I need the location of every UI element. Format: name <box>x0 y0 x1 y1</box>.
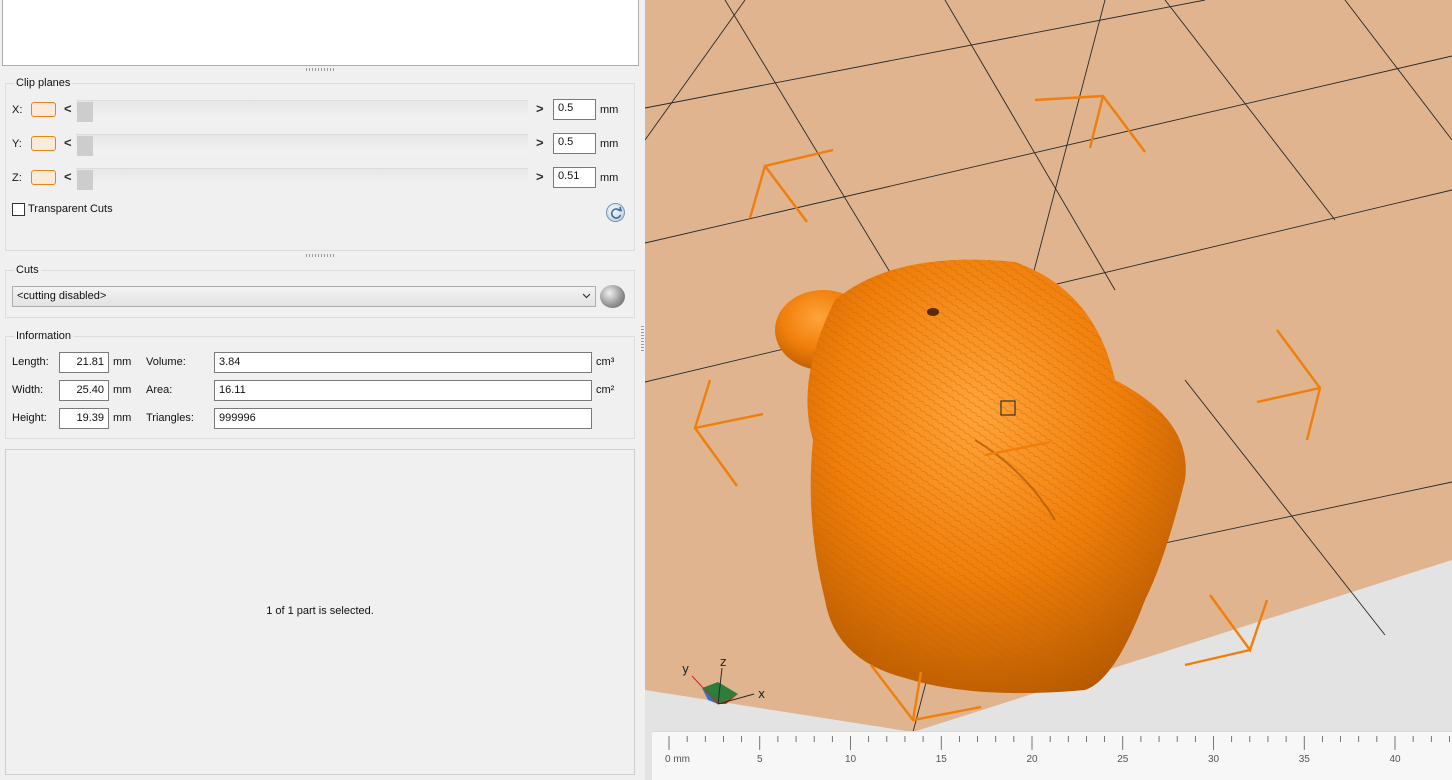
triangles-field[interactable]: 999996 <box>214 408 592 429</box>
clip-y-increase-button[interactable]: > <box>536 135 544 150</box>
clip-y-toggle[interactable] <box>31 136 56 151</box>
volume-unit: cm³ <box>596 356 615 368</box>
width-label: Width: <box>12 384 44 396</box>
selection-status-box: 1 of 1 part is selected. <box>5 449 635 775</box>
axis-y-label: y <box>682 662 689 676</box>
splitter-grip-middle[interactable] <box>306 254 334 257</box>
volume-label: Volume: <box>146 356 186 368</box>
axis-z-label: z <box>720 656 726 669</box>
area-label: Area: <box>146 384 173 396</box>
clip-x-label: X: <box>12 104 23 116</box>
clip-x-toggle[interactable] <box>31 102 56 117</box>
ruler-label: 10 <box>845 754 857 765</box>
cuts-title: Cuts <box>14 264 41 276</box>
clip-row-x: X: < > 0.5 mm <box>0 98 640 122</box>
width-field[interactable]: 25.40 <box>59 380 109 401</box>
vertical-splitter-grip[interactable] <box>641 326 644 352</box>
axis-x-label: x <box>758 687 765 701</box>
clip-x-decrease-button[interactable]: < <box>64 101 72 116</box>
clip-z-input[interactable]: 0.51 <box>553 167 596 188</box>
ruler-label: 35 <box>1299 754 1311 765</box>
area-unit: cm² <box>596 384 615 396</box>
clip-z-slider[interactable] <box>76 168 528 190</box>
left-panel: Clip planes X: < > 0.5 mm Y: < > 0.5 mm … <box>0 0 644 780</box>
clip-y-slider[interactable] <box>76 134 528 156</box>
clip-x-slider-thumb[interactable] <box>77 102 93 122</box>
chevron-down-icon <box>582 293 591 299</box>
height-field[interactable]: 19.39 <box>59 408 109 429</box>
height-label: Height: <box>12 412 47 424</box>
length-unit: mm <box>113 356 132 368</box>
clip-planes-title: Clip planes <box>14 77 73 89</box>
clip-y-unit: mm <box>600 138 619 150</box>
splitter-grip-top[interactable] <box>306 68 334 71</box>
triangles-label: Triangles: <box>146 412 194 424</box>
length-label: Length: <box>12 356 49 368</box>
clip-x-increase-button[interactable]: > <box>536 101 544 116</box>
ruler-label: 15 <box>936 754 948 765</box>
transparent-cuts-checkbox[interactable] <box>12 203 25 216</box>
width-unit: mm <box>113 384 132 396</box>
ruler-label: 25 <box>1117 754 1129 765</box>
height-unit: mm <box>113 412 132 424</box>
ruler-label: 20 <box>1026 754 1038 765</box>
clip-z-unit: mm <box>600 172 619 184</box>
clip-y-decrease-button[interactable]: < <box>64 135 72 150</box>
clip-y-slider-thumb[interactable] <box>77 136 93 156</box>
clip-z-label: Z: <box>12 172 22 184</box>
reset-clip-icon[interactable] <box>606 203 625 222</box>
cuts-dropdown[interactable]: <cutting disabled> <box>12 286 596 307</box>
clip-row-y: Y: < > 0.5 mm <box>0 132 640 156</box>
clip-row-z: Z: < > 0.51 mm <box>0 166 640 190</box>
ruler-label: 5 <box>757 754 763 765</box>
length-field[interactable]: 21.81 <box>59 352 109 373</box>
clip-x-unit: mm <box>600 104 619 116</box>
cut-sphere-button[interactable] <box>600 285 625 308</box>
measurement-ruler: 0 mm 5 10 15 20 25 30 35 40 <box>652 731 1452 780</box>
selection-status-text: 1 of 1 part is selected. <box>266 605 374 617</box>
clip-y-label: Y: <box>12 138 22 150</box>
clip-x-slider[interactable] <box>76 100 528 122</box>
cuts-selected-value: <cutting disabled> <box>17 290 107 302</box>
information-title: Information <box>14 330 74 342</box>
ruler-label: 0 mm <box>665 754 690 765</box>
ruler-label: 40 <box>1389 754 1401 765</box>
area-field[interactable]: 16.11 <box>214 380 592 401</box>
clip-z-slider-thumb[interactable] <box>77 170 93 190</box>
clip-z-decrease-button[interactable]: < <box>64 169 72 184</box>
transparent-cuts-label[interactable]: Transparent Cuts <box>28 203 113 215</box>
clip-x-input[interactable]: 0.5 <box>553 99 596 120</box>
clip-z-increase-button[interactable]: > <box>536 169 544 184</box>
clip-z-toggle[interactable] <box>31 170 56 185</box>
volume-field[interactable]: 3.84 <box>214 352 592 373</box>
clip-y-input[interactable]: 0.5 <box>553 133 596 154</box>
axis-orientation-widget[interactable]: z y x <box>678 655 770 708</box>
parts-list[interactable] <box>2 0 639 66</box>
ruler-label: 30 <box>1208 754 1220 765</box>
